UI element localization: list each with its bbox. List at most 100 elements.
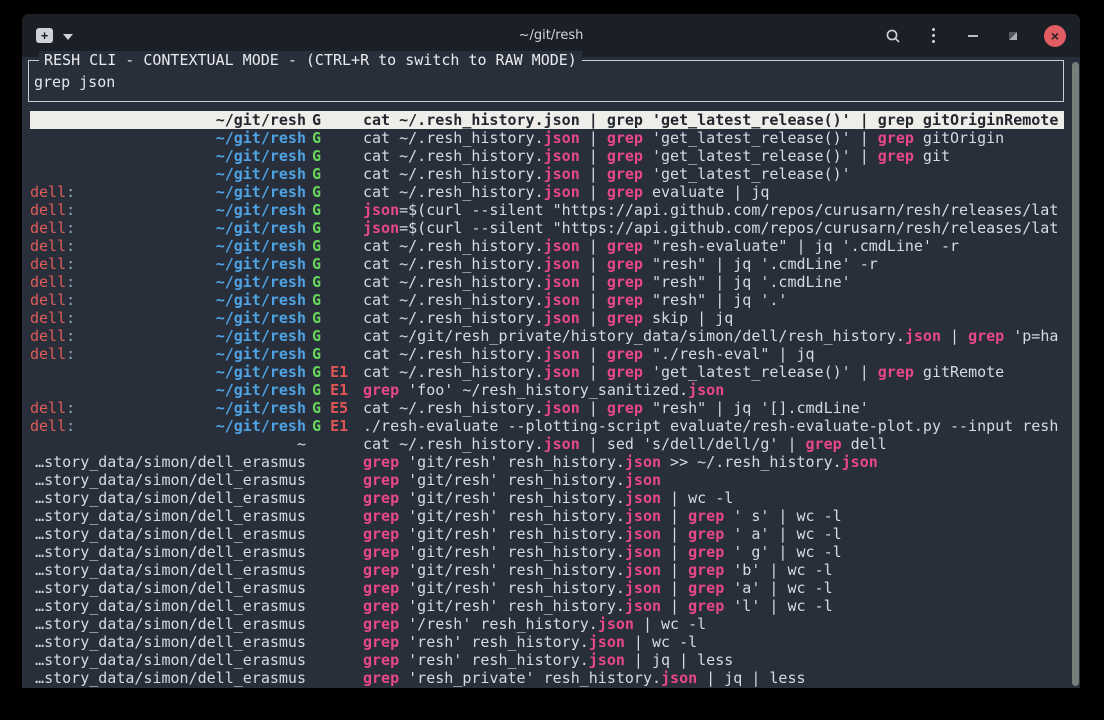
row-command: cat ~/.resh_history.json | grep 'get_lat… — [363, 129, 1064, 147]
row-host: dell: — [30, 183, 75, 201]
history-row[interactable]: …story_data/simon/dell_erasmus grep 'git… — [30, 453, 1064, 471]
match-highlight: grep — [363, 561, 399, 579]
history-row[interactable]: ~/git/resh G E1 grep 'foo' ~/resh_histor… — [30, 381, 1064, 399]
row-directory: …story_data/simon/dell_erasmus — [35, 561, 306, 579]
history-row[interactable]: …story_data/simon/dell_erasmus grep 'res… — [30, 633, 1064, 651]
history-row[interactable]: …story_data/simon/dell_erasmus grep 'git… — [30, 561, 1064, 579]
history-row[interactable]: dell:~/git/resh G cat ~/.resh_history.js… — [30, 183, 1064, 201]
history-row[interactable]: …story_data/simon/dell_erasmus grep 'git… — [30, 597, 1064, 615]
row-command: cat ~/.resh_history.json | grep "resh" |… — [363, 399, 1064, 417]
match-highlight: json — [661, 669, 697, 687]
row-location: …story_data/simon/dell_erasmus — [30, 489, 306, 507]
history-row[interactable]: dell:~/git/resh G cat ~/.resh_history.js… — [30, 237, 1064, 255]
row-location: …story_data/simon/dell_erasmus — [30, 597, 306, 615]
row-command: grep 'git/resh' resh_history.json >> ~/.… — [363, 453, 1064, 471]
match-highlight: grep — [607, 255, 643, 273]
history-row[interactable]: ~/git/resh G cat ~/.resh_history.json | … — [30, 165, 1064, 183]
row-directory: …story_data/simon/dell_erasmus — [35, 507, 306, 525]
row-command: cat ~/.resh_history.json | grep evaluate… — [363, 183, 1064, 201]
history-row[interactable]: …story_data/simon/dell_erasmus grep 'git… — [30, 579, 1064, 597]
history-row[interactable]: …story_data/simon/dell_erasmus grep 'res… — [30, 669, 1064, 687]
history-row[interactable]: ~/git/resh G cat ~/.resh_history.json | … — [30, 129, 1064, 147]
row-command: ./resh-evaluate --plotting-script evalua… — [363, 417, 1064, 435]
match-highlight: grep — [607, 129, 643, 147]
history-row[interactable]: …story_data/simon/dell_erasmus grep 'git… — [30, 507, 1064, 525]
row-directory: …story_data/simon/dell_erasmus — [35, 615, 306, 633]
row-directory: ~/git/resh — [216, 165, 306, 183]
row-location: dell:~/git/resh — [30, 309, 306, 327]
match-highlight: grep — [363, 471, 399, 489]
row-flags: G E5 — [306, 399, 363, 417]
history-row[interactable]: ~/git/resh G E1 cat ~/.resh_history.json… — [30, 363, 1064, 381]
row-command: grep '/resh' resh_history.json | wc -l — [363, 615, 1064, 633]
menu-button[interactable] — [924, 27, 942, 45]
match-highlight: grep — [363, 381, 399, 399]
row-location: dell:~/git/resh — [30, 399, 306, 417]
row-command: grep 'git/resh' resh_history.json | grep… — [363, 561, 1064, 579]
tab-list-dropdown-button[interactable] — [63, 28, 73, 43]
row-location: …story_data/simon/dell_erasmus — [30, 525, 306, 543]
row-location: …story_data/simon/dell_erasmus — [30, 453, 306, 471]
flag-g: G — [312, 111, 321, 129]
match-highlight: grep — [607, 147, 643, 165]
row-location: ~/git/resh — [30, 129, 306, 147]
history-row[interactable]: dell:~/git/resh G json=$(curl --silent "… — [30, 219, 1064, 237]
history-row[interactable]: dell:~/git/resh G cat ~/.resh_history.js… — [30, 345, 1064, 363]
history-row[interactable]: dell:~/git/resh G E1 ./resh-evaluate --p… — [30, 417, 1064, 435]
row-location: dell:~/git/resh — [30, 201, 306, 219]
row-command: cat ~/.resh_history.json | grep "resh-ev… — [363, 237, 1064, 255]
search-button[interactable] — [884, 27, 902, 45]
history-row[interactable]: dell:~/git/resh G cat ~/.resh_history.js… — [30, 291, 1064, 309]
restore-button[interactable] — [1004, 27, 1022, 45]
match-highlight: grep — [806, 435, 842, 453]
history-row[interactable]: ~/git/resh G cat ~/.resh_history.json | … — [30, 111, 1064, 129]
history-row[interactable]: …story_data/simon/dell_erasmus grep 'git… — [30, 543, 1064, 561]
new-tab-button[interactable]: + — [36, 28, 53, 43]
close-button[interactable]: × — [1044, 25, 1066, 47]
match-highlight: json — [625, 543, 661, 561]
row-command: cat ~/.resh_history.json | grep 'get_lat… — [363, 147, 1064, 165]
row-directory: …story_data/simon/dell_erasmus — [35, 453, 306, 471]
history-row[interactable]: …story_data/simon/dell_erasmus grep 'git… — [30, 525, 1064, 543]
row-directory: ~/git/resh — [216, 291, 306, 309]
history-row[interactable]: dell:~/git/resh G cat ~/.resh_history.js… — [30, 309, 1064, 327]
history-row[interactable]: dell:~/git/resh G E5 cat ~/.resh_history… — [30, 399, 1064, 417]
row-command: grep 'git/resh' resh_history.json | grep… — [363, 507, 1064, 525]
row-location: …story_data/simon/dell_erasmus — [30, 615, 306, 633]
row-location: ~/git/resh — [30, 363, 306, 381]
scrollbar-thumb[interactable] — [1072, 62, 1079, 686]
history-row[interactable]: …story_data/simon/dell_erasmus grep 'git… — [30, 489, 1064, 507]
history-row[interactable]: dell:~/git/resh G cat ~/.resh_history.js… — [30, 255, 1064, 273]
history-list: ~/git/resh G cat ~/.resh_history.json | … — [30, 111, 1064, 687]
terminal-content: RESH CLI - CONTEXTUAL MODE - (CTRL+R to … — [22, 60, 1080, 691]
row-command: json=$(curl --silent "https://api.github… — [363, 219, 1064, 237]
row-flags: G — [306, 237, 363, 255]
history-row[interactable]: ~/git/resh G cat ~/.resh_history.json | … — [30, 147, 1064, 165]
match-highlight: json — [544, 129, 580, 147]
match-highlight: json — [625, 471, 661, 489]
row-flags: G — [306, 345, 363, 363]
history-row[interactable]: ~ cat ~/.resh_history.json | sed 's/dell… — [30, 435, 1064, 453]
match-highlight: json — [625, 525, 661, 543]
minimize-button[interactable] — [964, 27, 982, 45]
match-highlight: grep — [688, 597, 724, 615]
row-directory: …story_data/simon/dell_erasmus — [35, 597, 306, 615]
history-row[interactable]: dell:~/git/resh G cat ~/.resh_history.js… — [30, 273, 1064, 291]
history-row[interactable]: …story_data/simon/dell_erasmus grep 'res… — [30, 651, 1064, 669]
history-row[interactable]: dell:~/git/resh G json=$(curl --silent "… — [30, 201, 1064, 219]
flag-e1: E1 — [330, 363, 348, 381]
history-row[interactable]: …story_data/simon/dell_erasmus grep 'git… — [30, 471, 1064, 489]
row-directory: …story_data/simon/dell_erasmus — [35, 525, 306, 543]
row-directory: …story_data/simon/dell_erasmus — [35, 633, 306, 651]
match-highlight: json — [589, 651, 625, 669]
row-location: ~/git/resh — [30, 165, 306, 183]
row-directory: ~/git/resh — [216, 273, 306, 291]
row-directory: ~/git/resh — [216, 255, 306, 273]
history-row[interactable]: dell:~/git/resh G cat ~/git/resh_private… — [30, 327, 1064, 345]
row-directory: …story_data/simon/dell_erasmus — [35, 489, 306, 507]
match-highlight: json — [544, 309, 580, 327]
row-command: cat ~/.resh_history.json | sed 's/dell/d… — [363, 435, 1064, 453]
history-row[interactable]: …story_data/simon/dell_erasmus grep '/re… — [30, 615, 1064, 633]
match-highlight: grep — [878, 363, 914, 381]
row-flags: G — [306, 111, 363, 129]
